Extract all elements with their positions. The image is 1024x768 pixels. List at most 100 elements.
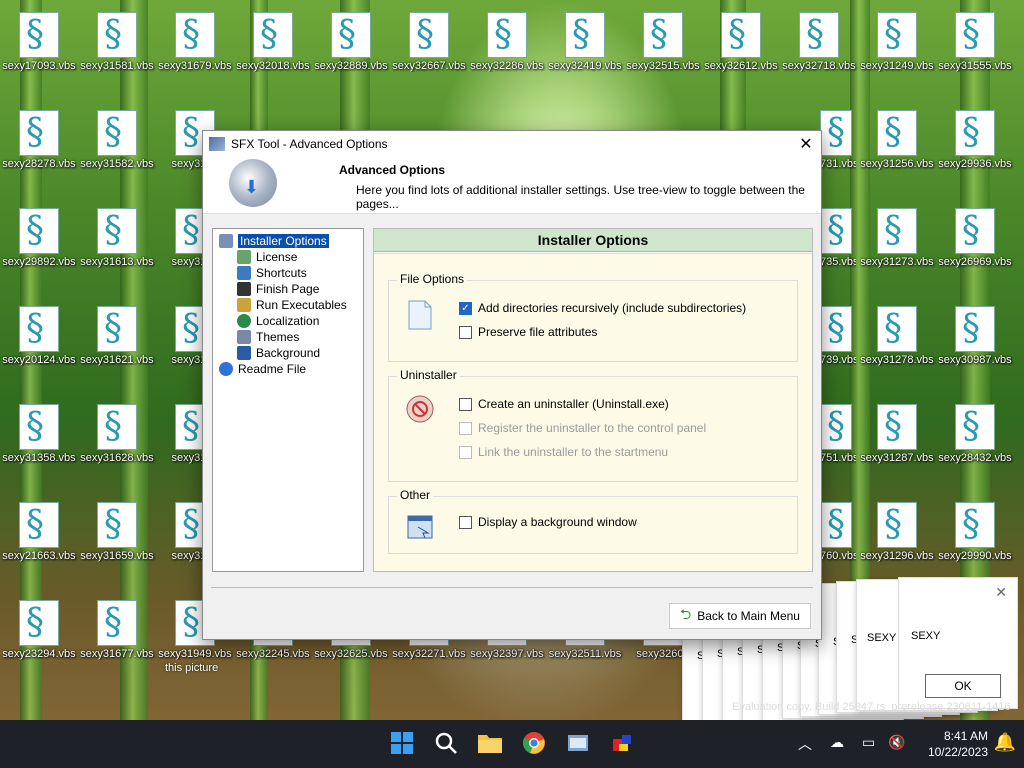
sfx-tool-icon[interactable] (565, 730, 591, 756)
checkbox-box[interactable] (459, 515, 472, 529)
desktop-file-icon[interactable]: sexy31358.vbs (0, 396, 78, 486)
desktop-file-icon[interactable]: sexy31278.vbs (858, 298, 936, 388)
desktop-file-icon[interactable]: sexy21663.vbs (0, 494, 78, 584)
chrome-icon[interactable] (521, 730, 547, 756)
clock[interactable]: 8:41 AM 10/22/2023 (928, 728, 988, 760)
themes-icon (237, 330, 251, 344)
create-uninstaller-checkbox[interactable]: Create an uninstaller (Uninstall.exe) (459, 397, 669, 411)
checkbox-box[interactable] (459, 325, 472, 339)
vbs-script-icon (799, 12, 839, 58)
file-icon (408, 300, 432, 330)
desktop-file-icon[interactable]: sexy26969.vbs (936, 200, 1014, 290)
desktop-file-icon[interactable]: sexy32889.vbs (312, 4, 390, 94)
close-icon[interactable]: ✕ (995, 584, 1007, 601)
desktop-file-icon[interactable]: sexy28278.vbs (0, 102, 78, 192)
tree-item-installer-options[interactable]: Installer Options (219, 233, 329, 249)
picture-icon (237, 346, 251, 360)
dialog-header: Advanced Options Here you find lots of a… (203, 157, 821, 214)
desktop-file-icon[interactable]: sexy30987.vbs (936, 298, 1014, 388)
vbs-script-icon (19, 600, 59, 646)
title-bar[interactable]: SFX Tool - Advanced Options ✕ (203, 131, 821, 157)
tree-item-label: Themes (256, 330, 300, 344)
tree-item-background[interactable]: Background (237, 345, 320, 361)
app-icon[interactable] (609, 730, 635, 756)
desktop-file-icon[interactable]: sexy32718.vbs (780, 4, 858, 94)
file-label: sexy20124.vbs (2, 354, 76, 366)
desktop-file-icon[interactable]: sexy32667.vbs (390, 4, 468, 94)
file-label: sexy23294.vbs (2, 648, 76, 660)
desktop-file-icon[interactable]: sexy31273.vbs (858, 200, 936, 290)
options-tree[interactable]: Installer Options License Shortcuts Finish … (212, 228, 364, 572)
back-arrow-icon: ⮌ (680, 606, 692, 622)
desktop-file-icon[interactable]: sexy31628.vbs (78, 396, 156, 486)
display-icon[interactable]: ▭ (862, 734, 875, 751)
volume-muted-icon[interactable]: 🔇 (888, 734, 905, 751)
tree-item-readme-file[interactable]: Readme File (219, 361, 306, 377)
desktop-file-icon[interactable]: sexy31581.vbs (78, 4, 156, 94)
desktop-file-icon[interactable]: sexy31677.vbs (78, 592, 156, 682)
ok-button[interactable]: OK (925, 674, 1001, 698)
desktop-file-icon[interactable]: sexy29892.vbs (0, 200, 78, 290)
desktop-file-icon[interactable]: sexy31287.vbs (858, 396, 936, 486)
vbs-script-icon (97, 404, 137, 450)
desktop-file-icon[interactable]: 751.vbs (820, 396, 856, 486)
header-title: Advanced Options (339, 163, 446, 177)
desktop-file-icon[interactable]: sexy31249.vbs (858, 4, 936, 94)
add-directories-checkbox[interactable]: ✓ Add directories recursively (include s… (459, 301, 746, 315)
tree-item-label: Finish Page (256, 282, 320, 296)
desktop-file-icon[interactable]: 739.vbs (820, 298, 856, 388)
desktop-file-icon[interactable]: sexy31679.vbs (156, 4, 234, 94)
desktop-file-icon[interactable]: sexy31613.vbs (78, 200, 156, 290)
desktop-file-icon[interactable]: sexy29936.vbs (936, 102, 1014, 192)
checkbox-box[interactable] (459, 397, 472, 411)
close-button[interactable]: ✕ (791, 131, 821, 157)
desktop-file-icon[interactable]: sexy31621.vbs (78, 298, 156, 388)
background-window-checkbox[interactable]: Display a background window (459, 515, 637, 529)
desktop-file-icon[interactable]: 735.vbs (820, 200, 856, 290)
cloud-icon[interactable]: ☁ (830, 734, 844, 751)
back-to-main-menu-button[interactable]: ⮌ Back to Main Menu (669, 603, 811, 629)
desktop-file-icon[interactable]: sexy31555.vbs (936, 4, 1014, 94)
tree-item-finish-page[interactable]: Finish Page (237, 281, 319, 297)
notification-bell-icon[interactable]: 🔔 (994, 732, 1016, 753)
desktop-file-icon[interactable]: sexy17093.vbs (0, 4, 78, 94)
checkbox-box[interactable]: ✓ (459, 301, 472, 315)
desktop-file-icon[interactable]: sexy31582.vbs (78, 102, 156, 192)
vbs-script-icon (19, 110, 59, 156)
desktop-file-icon[interactable]: sexy31256.vbs (858, 102, 936, 192)
uninstaller-icon (406, 395, 434, 423)
file-label: sexy31659.vbs (80, 550, 154, 562)
desktop-file-icon[interactable]: sexy32018.vbs (234, 4, 312, 94)
file-label: sexy32018.vbs (236, 60, 310, 72)
desktop-file-icon[interactable]: 731.vbs (820, 102, 856, 192)
vbs-script-icon (877, 404, 917, 450)
tree-item-themes[interactable]: Themes (237, 329, 299, 345)
desktop-file-icon[interactable]: sexy28432.vbs (936, 396, 1014, 486)
desktop-file-icon[interactable]: sexy29990.vbs (936, 494, 1014, 584)
search-icon[interactable] (433, 730, 459, 756)
preserve-attributes-checkbox[interactable]: Preserve file attributes (459, 325, 597, 339)
desktop-file-icon[interactable]: sexy23294.vbs (0, 592, 78, 682)
desktop-file-icon[interactable]: sexy20124.vbs (0, 298, 78, 388)
desktop-file-icon[interactable]: sexy32286.vbs (468, 4, 546, 94)
desktop-file-icon[interactable]: sexy32515.vbs (624, 4, 702, 94)
link-uninstaller-checkbox: Link the uninstaller to the startmenu (459, 445, 668, 459)
tree-item-run-executables[interactable]: Run Executables (237, 297, 347, 313)
vbs-script-icon (877, 110, 917, 156)
windows-start-icon[interactable] (389, 730, 415, 756)
vbs-script-icon (820, 502, 852, 548)
tree-item-shortcuts[interactable]: Shortcuts (237, 265, 307, 281)
file-explorer-icon[interactable] (477, 730, 503, 756)
tree-item-license[interactable]: License (237, 249, 297, 265)
file-label: sexy32667.vbs (392, 60, 466, 72)
messagebox[interactable]: ✕ SEXY OK (898, 577, 1018, 709)
desktop-file-icon[interactable]: 760.vbs (820, 494, 856, 584)
desktop-file-icon[interactable]: sexy32419.vbs (546, 4, 624, 94)
desktop-file-icon[interactable]: sexy31659.vbs (78, 494, 156, 584)
desktop-file-icon[interactable]: sexy32612.vbs (702, 4, 780, 94)
chevron-up-icon[interactable]: ︿ (798, 734, 812, 754)
desktop-file-icon[interactable]: sexy31296.vbs (858, 494, 936, 584)
tree-item-localization[interactable]: Localization (237, 313, 319, 329)
vbs-script-icon (820, 306, 852, 352)
vbs-script-icon (820, 404, 852, 450)
